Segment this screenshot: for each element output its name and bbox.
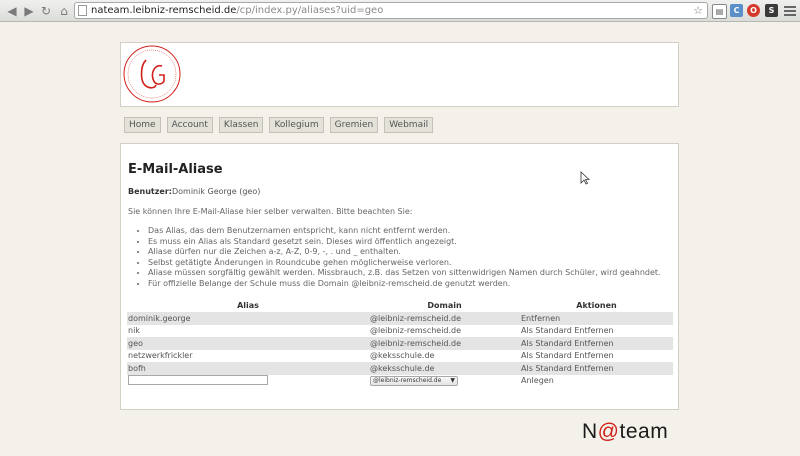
nateam-logo: N@team <box>582 420 668 444</box>
table-row: netzwerkfrickler @keksschule.de Als Standa… <box>127 350 673 363</box>
rule-item: Das Alias, das dem Benutzernamen entspri… <box>148 226 661 237</box>
rule-item: Aliase dürfen nur die Zeichen a-z, A-Z, … <box>148 247 661 258</box>
url-path: /cp/index.py/aliases?uid=geo <box>236 5 384 16</box>
new-alias-input[interactable] <box>128 375 268 385</box>
remove-link[interactable]: Entfernen <box>521 314 560 323</box>
actions-cell: Entfernen <box>520 312 673 325</box>
forward-icon[interactable]: ▶ <box>21 3 37 19</box>
user-line: Benutzer:Dominik George (geo) <box>128 187 260 196</box>
nav-item-kollegium[interactable]: Kollegium <box>269 117 324 133</box>
back-icon[interactable]: ◀ <box>4 3 20 19</box>
ext-page-icon[interactable]: ▤ <box>712 4 727 19</box>
set-default-link[interactable]: Als Standard <box>521 351 572 360</box>
table-row: dominik.george @leibniz-remscheid.de Entfe… <box>127 312 673 325</box>
mouse-cursor-icon <box>580 171 590 185</box>
rule-item: Selbst getätigte Änderungen in Roundcube… <box>148 258 661 269</box>
brand-prefix: N <box>582 420 598 443</box>
nav-item-home[interactable]: Home <box>124 117 161 133</box>
alias-cell: dominik.george <box>127 312 369 325</box>
domain-select[interactable]: @leibniz-remscheid.de ▼ <box>370 376 458 387</box>
user-label: Benutzer: <box>128 187 172 196</box>
user-value: Dominik George (geo) <box>171 187 261 196</box>
domain-cell: @keksschule.de <box>369 362 520 375</box>
set-default-link[interactable]: Als Standard <box>521 326 572 335</box>
rules-list: Das Alias, das dem Benutzernamen entspri… <box>128 226 661 289</box>
content-panel: E-Mail-Aliase Benutzer:Dominik George (g… <box>120 143 679 410</box>
page-header <box>120 42 679 107</box>
ext-chart-icon[interactable]: S <box>765 4 778 17</box>
remove-link[interactable]: Entfernen <box>574 339 613 348</box>
bookmark-star-icon[interactable]: ☆ <box>693 3 703 18</box>
page-icon <box>78 5 87 16</box>
browser-toolbar: ◀ ▶ ↻ ⌂ nateam.leibniz-remscheid.de/cp/i… <box>0 0 800 22</box>
page-title: E-Mail-Aliase <box>128 162 223 177</box>
set-default-link[interactable]: Als Standard <box>521 364 572 373</box>
rule-item: Es muss ein Alias als Standard gesetzt s… <box>148 237 661 248</box>
actions-cell: Als Standard Entfernen <box>520 362 673 375</box>
url-host: nateam.leibniz-remscheid.de <box>91 5 237 16</box>
domain-cell: @keksschule.de <box>370 351 435 361</box>
ext-stop-icon[interactable]: O <box>747 4 760 17</box>
remove-link[interactable]: Entfernen <box>574 364 613 373</box>
chevron-down-icon: ▼ <box>450 377 455 385</box>
school-logo <box>123 45 181 103</box>
set-default-link[interactable]: Als Standard <box>521 339 572 348</box>
header-actions: Aktionen <box>576 301 617 310</box>
create-button[interactable]: Anlegen <box>521 376 554 385</box>
alias-cell: geo <box>127 337 369 350</box>
remove-link[interactable]: Entfernen <box>574 351 613 360</box>
domain-cell: @leibniz-remscheid.de <box>370 326 462 336</box>
domain-cell: @leibniz-remscheid.de <box>369 337 520 350</box>
menu-icon[interactable] <box>784 4 796 18</box>
ext-cookie-icon[interactable]: C <box>730 4 743 17</box>
rule-item: Aliase müssen sorgfältig gewählt werden.… <box>148 268 661 279</box>
actions-cell: Als Standard Entfernen <box>520 350 673 363</box>
alias-cell: netzwerkfrickler <box>128 351 193 361</box>
table-row: geo @leibniz-remscheid.de Als Standard Ent… <box>127 337 673 350</box>
nav-item-webmail[interactable]: Webmail <box>384 117 434 133</box>
alias-cell: bofh <box>127 362 369 375</box>
rule-item: Für offizielle Belange der Schule muss d… <box>148 279 661 290</box>
nav-item-account[interactable]: Account <box>166 117 213 133</box>
address-bar[interactable]: nateam.leibniz-remscheid.de/cp/index.py/… <box>74 2 708 19</box>
domain-cell: @leibniz-remscheid.de <box>369 312 520 325</box>
alias-cell: nik <box>128 326 140 336</box>
table-row: nik @leibniz-remscheid.de Als Standard Ent… <box>127 325 673 338</box>
alias-table: Alias Domain Aktionen dominik.george @lei… <box>127 299 673 387</box>
domain-select-value: @leibniz-remscheid.de <box>373 377 442 385</box>
intro-text: Sie können Ihre E-Mail-Aliase hier selbe… <box>128 207 413 216</box>
nav-item-klassen[interactable]: Klassen <box>218 117 264 133</box>
new-alias-row: @leibniz-remscheid.de ▼ Anlegen <box>127 375 673 388</box>
brand-suffix: team <box>619 420 669 443</box>
actions-cell: Als Standard Entfernen <box>520 325 673 338</box>
brand-at: @ <box>597 420 620 443</box>
header-domain: Domain <box>427 301 462 310</box>
nav-item-gremien[interactable]: Gremien <box>329 117 379 133</box>
actions-cell: Als Standard Entfernen <box>520 337 673 350</box>
remove-link[interactable]: Entfernen <box>574 326 613 335</box>
reload-icon[interactable]: ↻ <box>38 3 54 19</box>
home-icon[interactable]: ⌂ <box>56 3 72 19</box>
main-nav: Home Account Klassen Kollegium Gremien Webmai… <box>124 117 434 133</box>
table-row: bofh @keksschule.de Als Standard Entfernen <box>127 362 673 375</box>
header-alias: Alias <box>237 301 259 310</box>
